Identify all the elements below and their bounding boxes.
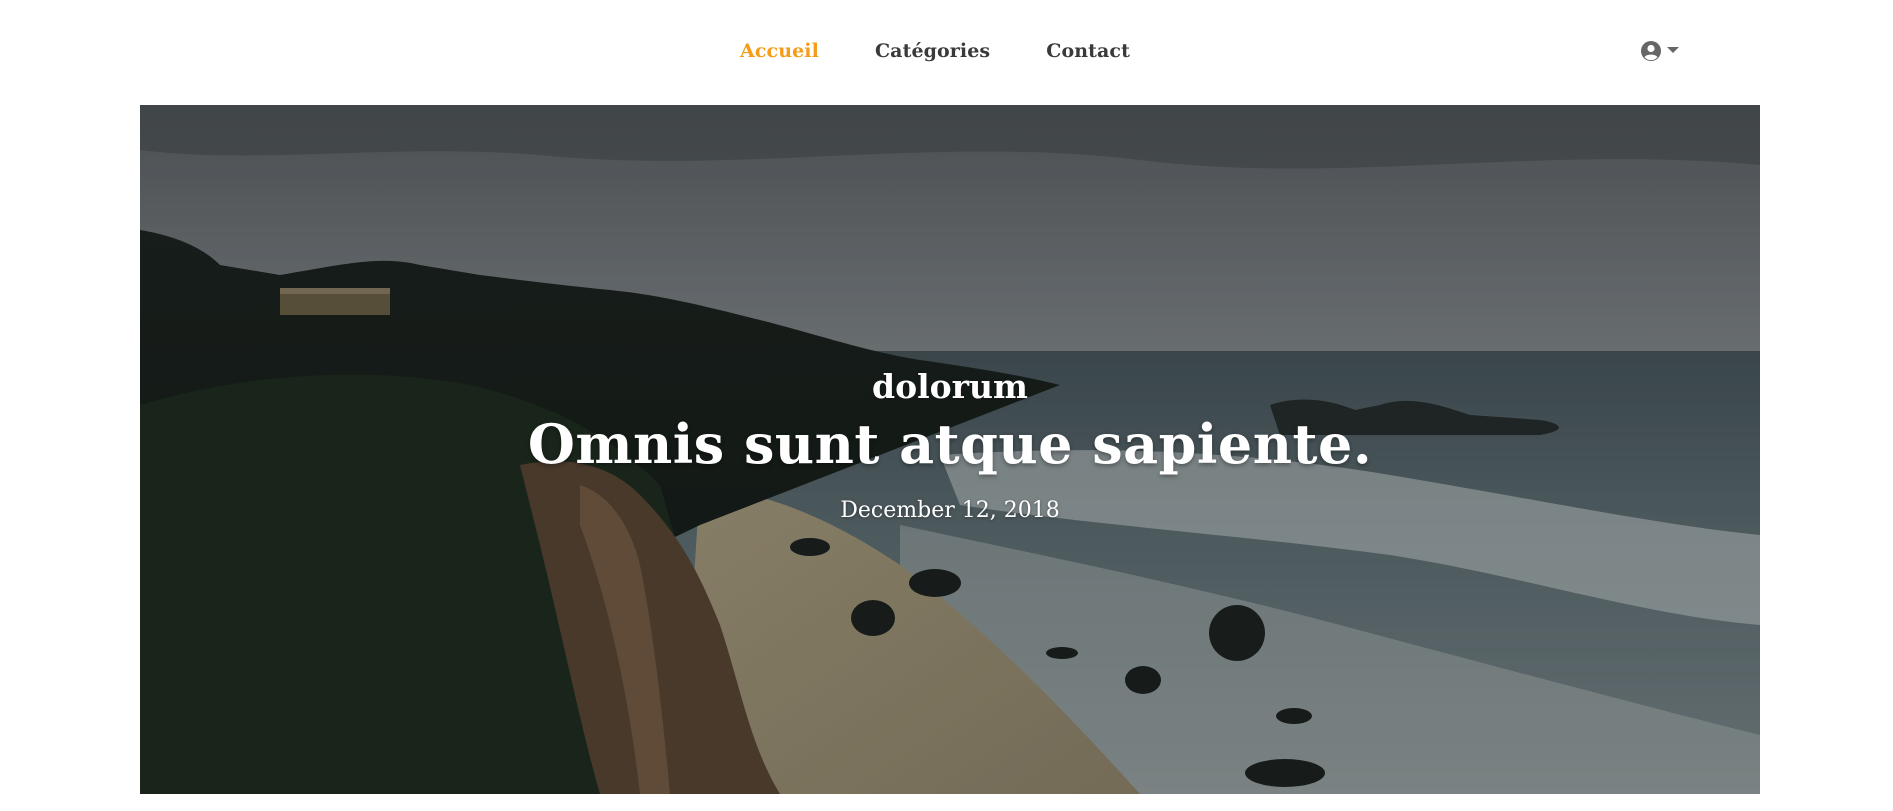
nav-link-accueil[interactable]: Accueil (740, 40, 819, 62)
user-circle-icon (1640, 40, 1662, 62)
post-category[interactable]: dolorum (140, 367, 1760, 406)
nav-link-categories[interactable]: Catégories (875, 40, 990, 62)
top-navbar: Accueil Catégories Contact (0, 0, 1893, 105)
post-title[interactable]: Omnis sunt atque sapiente. (140, 412, 1760, 476)
post-date: December 12, 2018 (840, 498, 1060, 523)
nav-link-contact[interactable]: Contact (1046, 40, 1130, 62)
caret-down-icon (1667, 47, 1679, 55)
user-menu-toggle[interactable] (1640, 40, 1679, 62)
main-nav: Accueil Catégories Contact (0, 40, 1893, 62)
hero-banner[interactable]: dolorum Omnis sunt atque sapiente. Decem… (140, 105, 1760, 794)
